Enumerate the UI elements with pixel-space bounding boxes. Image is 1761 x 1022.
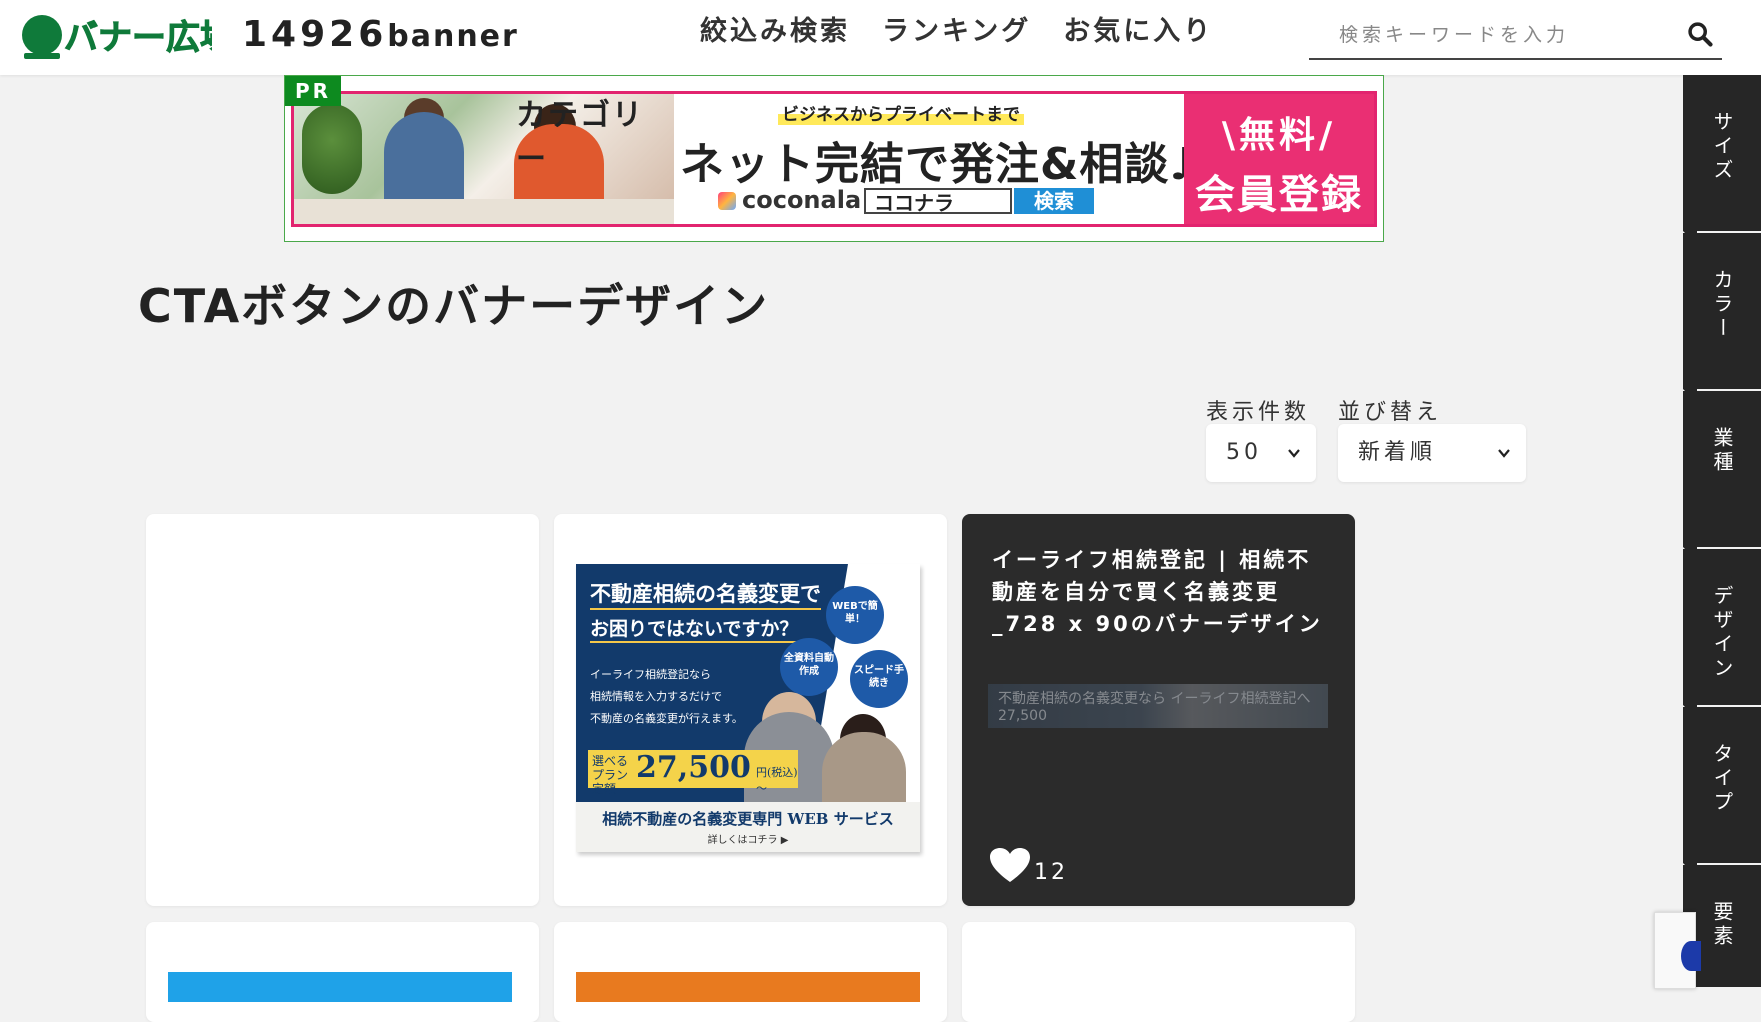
banner-card[interactable] (146, 922, 539, 1022)
thumb-badge: 全資料自動作成 (780, 638, 838, 696)
ad-search-box: ココナラ (864, 188, 1012, 215)
count-select-value: 50 (1226, 440, 1262, 465)
side-tab-color[interactable]: カラー (1683, 233, 1761, 389)
sort-select[interactable]: 新着順 (1338, 424, 1526, 482)
ad-free-label: \無料/ (1221, 115, 1337, 156)
banner-card-title: イーライフ相続登記 | 相続不動産を自分で買く名義変更_728 x 90のバナー… (992, 548, 1323, 636)
thumb-headline-2: お困りではないですか？ (590, 614, 799, 643)
site-name[interactable]: 14926banner (242, 10, 519, 60)
banner-card-empty[interactable] (146, 514, 539, 906)
like-count: 12 (1034, 860, 1068, 885)
thumb-headline-1: 不動産相続の名義変更で (590, 578, 821, 610)
heart-icon[interactable] (990, 848, 1030, 884)
main-nav: 絞込み検索 ランキング お気に入り (700, 12, 1245, 52)
page-title: CTAボタンのバナーデザイン (138, 279, 770, 333)
coconala-logo-icon (718, 192, 736, 210)
count-select[interactable]: 50 (1206, 424, 1316, 482)
ad-cta[interactable]: \無料/ 会員登録 (1184, 94, 1374, 224)
side-tab-type[interactable]: タイプ (1683, 707, 1761, 863)
ad-search-button: 検索 (1014, 188, 1094, 214)
nav-filter-search[interactable]: 絞込み検索 (700, 12, 850, 52)
pr-label: PR (285, 76, 341, 106)
logo-text: バナー広場 (64, 18, 212, 58)
ad-headline: ネット完結で発注&相談♪ (680, 139, 1199, 190)
site-header: バナー広場 14926banner 絞込み検索 ランキング お気に入り (0, 0, 1761, 75)
ad-copy: ビジネスからプライベートまで ネット完結で発注&相談♪ coconala ココナ… (674, 94, 1197, 224)
banner-thumbnail: 不動産相続の名義変更で お困りではないですか？ イーライフ相続登記なら 相続情報… (576, 564, 920, 852)
banner-thumbnail (576, 972, 920, 1002)
thumb-footer: 相続不動産の名義変更専門 WEB サービス 詳しくはコチラ ▶ (576, 802, 920, 852)
site-logo[interactable]: バナー広場 (20, 9, 212, 63)
sort-select-value: 新着順 (1358, 440, 1437, 465)
banner-thumbnail: 不動産相続の名義変更なら イーライフ相続登記へ 27,500 (988, 684, 1328, 728)
ad-creative[interactable]: カテゴリー ビジネスからプライベートまで ネット完結で発注&相談♪ cocona… (291, 91, 1377, 227)
ad-subcopy: ビジネスからプライベートまで (778, 100, 1024, 125)
side-tab-size[interactable]: サイズ (1683, 75, 1761, 231)
side-tab-industry[interactable]: 業種 (1683, 391, 1761, 547)
banner-card[interactable] (554, 922, 947, 1022)
sort-label: 並び替え (1338, 400, 1443, 425)
ad-category-overlay: カテゴリー (516, 98, 644, 177)
ad-brand: coconala (718, 186, 861, 214)
search-icon[interactable] (1686, 20, 1714, 48)
search-input[interactable] (1309, 14, 1691, 56)
banner-card[interactable] (962, 922, 1355, 1022)
recaptcha-badge[interactable] (1654, 912, 1701, 989)
nav-favorites[interactable]: お気に入り (1063, 12, 1213, 52)
banner-thumbnail (168, 972, 512, 1002)
site-name-number: 14926 (242, 14, 388, 55)
ad-register-label: 会員登録 (1195, 172, 1363, 218)
count-label: 表示件数 (1206, 400, 1311, 425)
nav-ranking[interactable]: ランキング (882, 12, 1031, 52)
ad-photo: カテゴリー (294, 94, 674, 224)
chevron-down-icon (1288, 449, 1300, 458)
pr-ad-banner[interactable]: PR カテゴリー ビジネスからプライベートまで ネット完結で発注&相談♪ coc… (284, 75, 1384, 242)
banner-card[interactable]: 不動産相続の名義変更で お困りではないですか？ イーライフ相続登記なら 相続情報… (554, 514, 947, 906)
chevron-down-icon (1498, 449, 1510, 458)
search-bar (1309, 14, 1722, 60)
recaptcha-icon (1681, 941, 1701, 971)
thumb-price: 選べるプラン定額 27,500 円(税込)～ (588, 750, 798, 796)
banner-card-hover[interactable]: イーライフ相続登記 | 相続不動産を自分で買く名義変更_728 x 90のバナー… (962, 514, 1355, 906)
side-tab-design[interactable]: デザイン (1683, 549, 1761, 705)
thumb-body: イーライフ相続登記なら 相続情報を入力するだけで 不動産の名義変更が行えます。 (590, 668, 743, 725)
site-name-word: banner (387, 19, 519, 54)
thumb-badge: WEBで簡単！ (826, 586, 884, 644)
thumb-badge: スピード手続き (850, 650, 908, 708)
